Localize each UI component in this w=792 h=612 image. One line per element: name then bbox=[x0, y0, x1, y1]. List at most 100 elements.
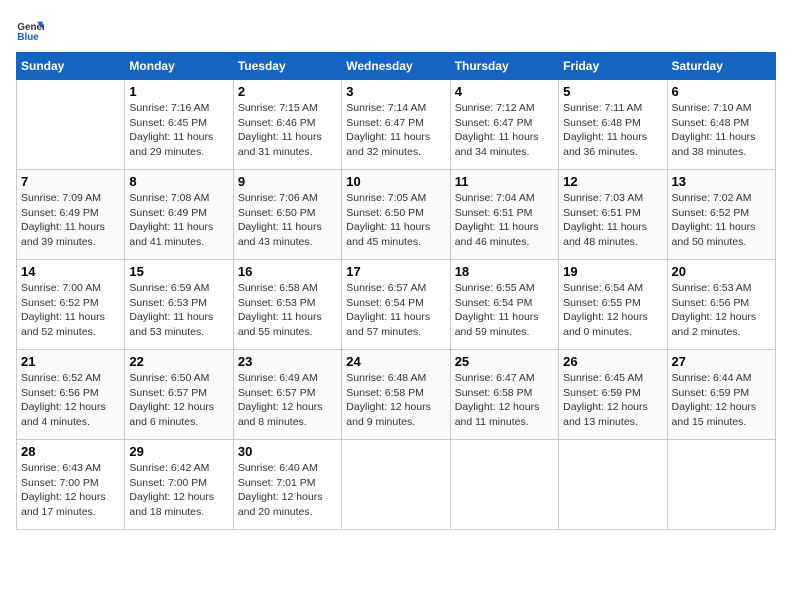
day-number: 27 bbox=[672, 354, 771, 369]
calendar-cell: 19 Sunrise: 6:54 AM Sunset: 6:55 PM Dayli… bbox=[559, 260, 667, 350]
calendar-cell: 8Sunrise: 7:08 AM Sunset: 6:49 PM Daylig… bbox=[125, 170, 233, 260]
day-info: Sunrise: 6:47 AM Sunset: 6:58 PM Dayligh… bbox=[455, 371, 554, 430]
calendar-cell: 23 Sunrise: 6:49 AM Sunset: 6:57 PM Dayli… bbox=[233, 350, 341, 440]
day-info: Sunrise: 6:45 AM Sunset: 6:59 PM Dayligh… bbox=[563, 371, 662, 430]
day-info: Sunrise: 7:14 AM Sunset: 6:47 PM Dayligh… bbox=[346, 101, 445, 160]
calendar-week-1: 1 Sunrise: 7:16 AM Sunset: 6:45 PM Daylig… bbox=[17, 80, 776, 170]
svg-text:Blue: Blue bbox=[17, 32, 39, 43]
calendar-cell: 20Sunrise: 6:53 AM Sunset: 6:56 PM Dayli… bbox=[667, 260, 775, 350]
calendar-cell: 14 Sunrise: 7:00 AM Sunset: 6:52 PM Dayli… bbox=[17, 260, 125, 350]
col-header-monday: Monday bbox=[125, 53, 233, 80]
calendar-cell: 26 Sunrise: 6:45 AM Sunset: 6:59 PM Dayli… bbox=[559, 350, 667, 440]
day-info: Sunrise: 6:40 AM Sunset: 7:01 PM Dayligh… bbox=[238, 461, 337, 520]
day-number: 14 bbox=[21, 264, 120, 279]
day-number: 24 bbox=[346, 354, 445, 369]
col-header-friday: Friday bbox=[559, 53, 667, 80]
calendar-cell: 1 Sunrise: 7:16 AM Sunset: 6:45 PM Daylig… bbox=[125, 80, 233, 170]
logo-icon: General Blue bbox=[16, 16, 44, 44]
day-number: 18 bbox=[455, 264, 554, 279]
day-info: Sunrise: 7:10 AM Sunset: 6:48 PM Dayligh… bbox=[672, 101, 771, 160]
calendar-week-3: 14 Sunrise: 7:00 AM Sunset: 6:52 PM Dayli… bbox=[17, 260, 776, 350]
calendar-cell: 27 Sunrise: 6:44 AM Sunset: 6:59 PM Dayli… bbox=[667, 350, 775, 440]
col-header-saturday: Saturday bbox=[667, 53, 775, 80]
calendar-cell: 4 Sunrise: 7:12 AM Sunset: 6:47 PM Daylig… bbox=[450, 80, 558, 170]
day-number: 3 bbox=[346, 84, 445, 99]
calendar-cell bbox=[559, 440, 667, 530]
calendar-cell: 2Sunrise: 7:15 AM Sunset: 6:46 PM Daylig… bbox=[233, 80, 341, 170]
day-number: 12 bbox=[563, 174, 662, 189]
day-number: 4 bbox=[455, 84, 554, 99]
calendar-cell: 3 Sunrise: 7:14 AM Sunset: 6:47 PM Daylig… bbox=[342, 80, 450, 170]
calendar-cell: 12 Sunrise: 7:03 AM Sunset: 6:51 PM Dayli… bbox=[559, 170, 667, 260]
day-info: Sunrise: 7:06 AM Sunset: 6:50 PM Dayligh… bbox=[238, 191, 337, 250]
day-info: Sunrise: 7:12 AM Sunset: 6:47 PM Dayligh… bbox=[455, 101, 554, 160]
day-info: Sunrise: 6:57 AM Sunset: 6:54 PM Dayligh… bbox=[346, 281, 445, 340]
day-number: 28 bbox=[21, 444, 120, 459]
calendar-cell: 22Sunrise: 6:50 AM Sunset: 6:57 PM Dayli… bbox=[125, 350, 233, 440]
col-header-tuesday: Tuesday bbox=[233, 53, 341, 80]
day-number: 10 bbox=[346, 174, 445, 189]
calendar-week-5: 28 Sunrise: 6:43 AM Sunset: 7:00 PM Dayli… bbox=[17, 440, 776, 530]
day-info: Sunrise: 6:52 AM Sunset: 6:56 PM Dayligh… bbox=[21, 371, 120, 430]
calendar-week-4: 21 Sunrise: 6:52 AM Sunset: 6:56 PM Dayli… bbox=[17, 350, 776, 440]
day-info: Sunrise: 7:16 AM Sunset: 6:45 PM Dayligh… bbox=[129, 101, 228, 160]
day-number: 25 bbox=[455, 354, 554, 369]
day-number: 16 bbox=[238, 264, 337, 279]
day-number: 2 bbox=[238, 84, 337, 99]
day-number: 21 bbox=[21, 354, 120, 369]
day-number: 23 bbox=[238, 354, 337, 369]
calendar-cell: 29 Sunrise: 6:42 AM Sunset: 7:00 PM Dayli… bbox=[125, 440, 233, 530]
day-number: 6 bbox=[672, 84, 771, 99]
day-info: Sunrise: 7:00 AM Sunset: 6:52 PM Dayligh… bbox=[21, 281, 120, 340]
calendar-cell: 21 Sunrise: 6:52 AM Sunset: 6:56 PM Dayli… bbox=[17, 350, 125, 440]
day-info: Sunrise: 6:58 AM Sunset: 6:53 PM Dayligh… bbox=[238, 281, 337, 340]
day-info: Sunrise: 6:53 AM Sunset: 6:56 PM Dayligh… bbox=[672, 281, 771, 340]
day-number: 13 bbox=[672, 174, 771, 189]
day-number: 9 bbox=[238, 174, 337, 189]
day-number: 8 bbox=[129, 174, 228, 189]
day-info: Sunrise: 7:11 AM Sunset: 6:48 PM Dayligh… bbox=[563, 101, 662, 160]
calendar-cell: 24 Sunrise: 6:48 AM Sunset: 6:58 PM Dayli… bbox=[342, 350, 450, 440]
calendar-cell: 30 Sunrise: 6:40 AM Sunset: 7:01 PM Dayli… bbox=[233, 440, 341, 530]
calendar-cell: 25 Sunrise: 6:47 AM Sunset: 6:58 PM Dayli… bbox=[450, 350, 558, 440]
day-info: Sunrise: 6:44 AM Sunset: 6:59 PM Dayligh… bbox=[672, 371, 771, 430]
calendar-cell: 10Sunrise: 7:05 AM Sunset: 6:50 PM Dayli… bbox=[342, 170, 450, 260]
calendar-cell: 13 Sunrise: 7:02 AM Sunset: 6:52 PM Dayli… bbox=[667, 170, 775, 260]
day-number: 17 bbox=[346, 264, 445, 279]
day-info: Sunrise: 6:50 AM Sunset: 6:57 PM Dayligh… bbox=[129, 371, 228, 430]
day-number: 29 bbox=[129, 444, 228, 459]
day-info: Sunrise: 6:43 AM Sunset: 7:00 PM Dayligh… bbox=[21, 461, 120, 520]
calendar-cell: 28 Sunrise: 6:43 AM Sunset: 7:00 PM Dayli… bbox=[17, 440, 125, 530]
calendar-cell bbox=[667, 440, 775, 530]
calendar-cell bbox=[450, 440, 558, 530]
col-header-sunday: Sunday bbox=[17, 53, 125, 80]
calendar-cell: 16 Sunrise: 6:58 AM Sunset: 6:53 PM Dayli… bbox=[233, 260, 341, 350]
day-number: 26 bbox=[563, 354, 662, 369]
day-number: 15 bbox=[129, 264, 228, 279]
day-info: Sunrise: 6:42 AM Sunset: 7:00 PM Dayligh… bbox=[129, 461, 228, 520]
day-info: Sunrise: 6:49 AM Sunset: 6:57 PM Dayligh… bbox=[238, 371, 337, 430]
calendar-cell: 9 Sunrise: 7:06 AM Sunset: 6:50 PM Daylig… bbox=[233, 170, 341, 260]
calendar-cell: 5 Sunrise: 7:11 AM Sunset: 6:48 PM Daylig… bbox=[559, 80, 667, 170]
calendar-cell: 7 Sunrise: 7:09 AM Sunset: 6:49 PM Daylig… bbox=[17, 170, 125, 260]
calendar-cell bbox=[17, 80, 125, 170]
day-info: Sunrise: 7:02 AM Sunset: 6:52 PM Dayligh… bbox=[672, 191, 771, 250]
day-number: 19 bbox=[563, 264, 662, 279]
day-info: Sunrise: 7:03 AM Sunset: 6:51 PM Dayligh… bbox=[563, 191, 662, 250]
day-number: 5 bbox=[563, 84, 662, 99]
logo: General Blue bbox=[16, 16, 48, 44]
day-info: Sunrise: 7:09 AM Sunset: 6:49 PM Dayligh… bbox=[21, 191, 120, 250]
calendar-cell: 6 Sunrise: 7:10 AM Sunset: 6:48 PM Daylig… bbox=[667, 80, 775, 170]
day-info: Sunrise: 6:59 AM Sunset: 6:53 PM Dayligh… bbox=[129, 281, 228, 340]
day-info: Sunrise: 6:54 AM Sunset: 6:55 PM Dayligh… bbox=[563, 281, 662, 340]
day-number: 30 bbox=[238, 444, 337, 459]
day-info: Sunrise: 6:55 AM Sunset: 6:54 PM Dayligh… bbox=[455, 281, 554, 340]
calendar-table: SundayMondayTuesdayWednesdayThursdayFrid… bbox=[16, 52, 776, 530]
calendar-cell: 11Sunrise: 7:04 AM Sunset: 6:51 PM Dayli… bbox=[450, 170, 558, 260]
day-number: 7 bbox=[21, 174, 120, 189]
calendar-cell: 17 Sunrise: 6:57 AM Sunset: 6:54 PM Dayli… bbox=[342, 260, 450, 350]
day-number: 1 bbox=[129, 84, 228, 99]
calendar-cell: 15 Sunrise: 6:59 AM Sunset: 6:53 PM Dayli… bbox=[125, 260, 233, 350]
day-info: Sunrise: 6:48 AM Sunset: 6:58 PM Dayligh… bbox=[346, 371, 445, 430]
col-header-wednesday: Wednesday bbox=[342, 53, 450, 80]
